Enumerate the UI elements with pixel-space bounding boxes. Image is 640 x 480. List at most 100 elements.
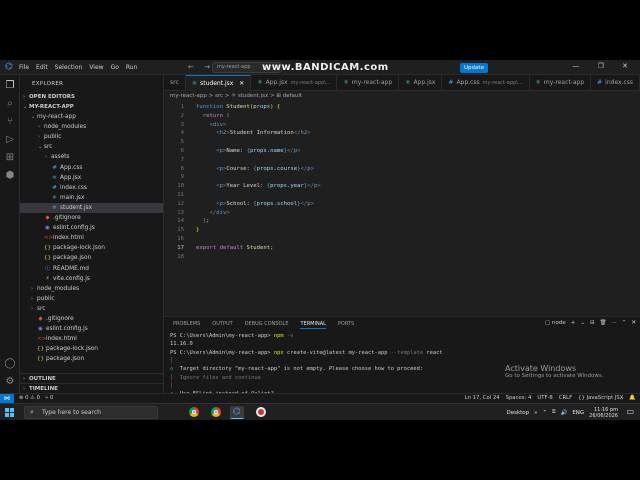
code-line[interactable]: 13 </div> <box>164 209 634 218</box>
code-line[interactable]: 12 <p>School: {props.school}</p> <box>164 200 634 209</box>
tree-item[interactable]: › src <box>20 304 163 314</box>
tree-item[interactable]: ⚡ vite.config.js <box>20 274 163 284</box>
tab[interactable]: ⚛ my-react-app <box>530 75 592 91</box>
timeline-section[interactable]: › TIMELINE <box>20 383 163 393</box>
menu-item-selection[interactable]: Selection <box>55 64 83 71</box>
project-root-section[interactable]: ⌄ MY-REACT-APP <box>20 102 163 112</box>
code-line[interactable]: 3 <div> <box>164 121 634 130</box>
tree-item[interactable]: › node_modules <box>20 284 163 294</box>
tab[interactable]: ⚛ my-react-app <box>337 75 400 91</box>
tree-item[interactable]: {} package-lock.json <box>20 243 163 253</box>
panel-tab-debug-console[interactable]: DEBUG CONSOLE <box>245 320 289 329</box>
breadcrumb[interactable]: my-react-app > src > ⚛ student.jsx > ⊞ d… <box>170 93 302 99</box>
tree-item[interactable]: <>index.html <box>20 334 163 344</box>
tree-item[interactable]: › assets <box>20 152 163 162</box>
code-line[interactable]: 7 <box>164 156 634 165</box>
tab-active[interactable]: ⚛ student.jsx ✕ <box>185 75 252 91</box>
panel-control[interactable]: ··· <box>612 320 617 326</box>
code-line[interactable]: 6 <p>Name: {props.name}</p> <box>164 147 634 156</box>
code-line[interactable]: 4 <h2>Student Information</h2> <box>164 129 634 138</box>
volume-icon[interactable]: 🔊 <box>560 410 567 416</box>
tree-item[interactable]: ◆ .gitignore <box>20 213 163 223</box>
menu-item-run[interactable]: Run <box>126 64 138 71</box>
panel-tab-problems[interactable]: PROBLEMS <box>173 320 200 329</box>
code-line[interactable]: 5 <box>164 138 634 147</box>
code-line[interactable]: 17 export default Student; <box>164 244 634 253</box>
panel-control[interactable]: ⊟ <box>590 320 595 326</box>
open-editors-section[interactable]: › OPEN EDITORS <box>20 92 163 102</box>
panel-control[interactable]: + <box>571 320 576 326</box>
tree-item[interactable]: {} package.json <box>20 354 163 364</box>
explorer-icon[interactable]: ❐ <box>3 79 17 93</box>
windows-start-icon[interactable] <box>5 408 14 417</box>
tray-overflow-icon[interactable]: ⌃ <box>543 410 548 416</box>
search-icon[interactable]: ⌕ <box>3 97 17 111</box>
tree-item[interactable]: ◉ eslint.config.js <box>20 223 163 233</box>
terminal-output[interactable]: PS C:\Users\Admin\my-react-app> npm -v 11… <box>170 332 630 420</box>
tree-item[interactable]: › node_modules <box>20 122 163 132</box>
notification-center-icon[interactable]: ▭ <box>626 407 634 416</box>
menu-item-file[interactable]: File <box>19 64 29 71</box>
line-ending[interactable]: CRLF <box>559 394 572 403</box>
tree-item[interactable]: › public <box>20 294 163 304</box>
tab[interactable]: ⚛ App.jsx <box>399 75 443 91</box>
code-line[interactable]: 9 <box>164 173 634 182</box>
tab[interactable]: # index.css <box>591 75 640 91</box>
code-line[interactable]: 2 return ( <box>164 112 634 121</box>
bandicam-icon[interactable] <box>254 406 268 419</box>
desktop-label[interactable]: Desktop <box>506 410 529 416</box>
tree-item[interactable]: {} package-lock.json <box>20 344 163 354</box>
notifications-icon[interactable]: 🔔 <box>629 394 636 403</box>
tab[interactable]: ⚛ App.jsx my-react-app\... <box>251 75 338 91</box>
cursor-position[interactable]: Ln 17, Col 24 <box>465 394 500 403</box>
clock[interactable]: 11:16 pm 26/06/2026 <box>589 407 618 419</box>
panel-tab-output[interactable]: OUTPUT <box>212 320 232 329</box>
window-controls[interactable]: — ❐ ✕ <box>572 62 636 70</box>
tree-item[interactable]: # App.css <box>20 163 163 173</box>
tree-item[interactable]: ⌄ my-react-app <box>20 112 163 122</box>
source-control-icon[interactable]: ⑂ <box>3 115 17 129</box>
tree-item-selected[interactable]: ⚛ student.jsx <box>20 202 163 213</box>
taskbar-search[interactable]: ⌕ Type here to search <box>24 406 158 419</box>
close-icon[interactable]: ✕ <box>237 80 244 87</box>
menu-item-view[interactable]: View <box>89 64 103 71</box>
panel-control[interactable]: 🗑 <box>600 320 607 326</box>
panel-control[interactable]: ✕ <box>631 320 636 326</box>
menu-item-go[interactable]: Go <box>111 64 119 71</box>
tab[interactable]: src <box>164 75 186 91</box>
code-line[interactable]: 10 <p>Year Level: {props.year}</p> <box>164 182 634 191</box>
language-mode[interactable]: {} JavaScript JSX <box>578 394 623 403</box>
panel-tab-terminal[interactable]: TERMINAL <box>300 320 326 329</box>
panel-tab-ports[interactable]: PORTS <box>338 320 354 329</box>
chevron-right-icon[interactable]: » <box>534 410 537 416</box>
code-editor[interactable]: 1 function Student(props) {2 return (3 <d… <box>164 102 640 310</box>
menu-item-edit[interactable]: Edit <box>36 64 48 71</box>
tree-item[interactable]: ◆ .gitignore <box>20 314 163 324</box>
nav-arrows[interactable]: ← → <box>188 63 214 71</box>
indentation[interactable]: Spaces: 4 <box>506 394 532 403</box>
panel-control[interactable]: ⌄ <box>580 320 585 326</box>
tree-item[interactable]: # index.css <box>20 183 163 193</box>
tree-item[interactable]: ⌄ src <box>20 142 163 152</box>
code-line[interactable]: 18 <box>164 253 634 262</box>
tree-item[interactable]: ⓘ README.md <box>20 264 163 274</box>
extensions-icon[interactable]: ⊞ <box>3 151 17 165</box>
tree-item[interactable]: {} package.json <box>20 253 163 263</box>
language-indicator[interactable]: ENG <box>572 410 584 416</box>
code-line[interactable]: 14 ); <box>164 217 634 226</box>
panel-control[interactable]: ▢ node <box>545 320 566 326</box>
chrome-icon[interactable] <box>187 406 201 419</box>
panel-control[interactable]: ⌃ <box>622 320 627 326</box>
code-line[interactable]: 16 <box>164 235 634 244</box>
encoding[interactable]: UTF-8 <box>537 394 552 403</box>
remote-explorer-icon[interactable]: ⬢ <box>3 169 17 183</box>
tree-item[interactable]: ◉ eslint.config.js <box>20 324 163 334</box>
update-button[interactable]: Update <box>460 63 488 73</box>
chrome-profile-icon[interactable] <box>209 406 223 419</box>
network-icon[interactable]: ⌸ <box>552 409 555 416</box>
gear-icon[interactable]: ⚙ <box>3 375 17 389</box>
code-line[interactable]: 8 <p>Course: {props.course}</p> <box>164 165 634 174</box>
tree-item[interactable]: ⚛ App.jsx <box>20 173 163 183</box>
code-line[interactable]: 11 <box>164 191 634 200</box>
tree-item[interactable]: <>index.html <box>20 233 163 243</box>
